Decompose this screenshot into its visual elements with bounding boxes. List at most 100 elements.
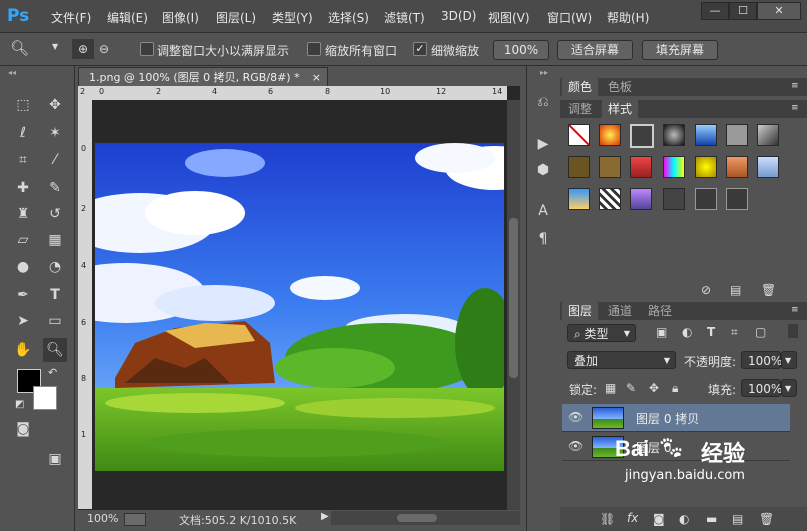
lasso-tool-icon[interactable]: ℓ	[11, 121, 35, 145]
style-swatch[interactable]	[695, 124, 717, 146]
close-tab-icon[interactable]: ×	[312, 68, 321, 87]
move-tool-icon[interactable]: ✥	[43, 93, 67, 117]
lock-position-icon[interactable]: ✥	[649, 381, 659, 395]
paragraph-panel-icon[interactable]: ¶	[531, 227, 555, 251]
add-mask-icon[interactable]: ◙	[653, 512, 665, 526]
zoom-tool-icon[interactable]: 🔍︎	[10, 39, 29, 57]
panel-menu-icon[interactable]: ≡	[791, 81, 799, 91]
path-selection-tool-icon[interactable]: ➤	[11, 309, 35, 333]
fill-dropdown-arrow[interactable]: ▼	[781, 379, 797, 397]
healing-brush-tool-icon[interactable]: ✚	[11, 176, 35, 200]
style-swatch[interactable]	[695, 188, 717, 210]
default-colors-icon[interactable]: ◩	[15, 399, 24, 410]
canvas-image[interactable]	[95, 143, 504, 471]
lock-all-icon[interactable]: 🔒︎	[672, 381, 678, 396]
panel-menu-icon[interactable]: ≡	[791, 305, 799, 315]
chevron-down-icon[interactable]: ▼	[52, 42, 58, 51]
vertical-ruler[interactable]: 0 2 4 6 8 1	[78, 100, 92, 509]
style-swatch-selected[interactable]	[630, 124, 654, 148]
rectangle-tool-icon[interactable]: ▭	[43, 309, 67, 333]
dodge-tool-icon[interactable]: ◔	[43, 255, 67, 279]
blur-tool-icon[interactable]: ●	[11, 255, 35, 279]
new-group-icon[interactable]: ▬	[706, 512, 717, 526]
status-menu-arrow-icon[interactable]: ▶	[321, 511, 329, 522]
menu-view[interactable]: 视图(V)	[488, 9, 530, 26]
eyedropper-tool-icon[interactable]: ⁄	[43, 148, 67, 172]
style-none-swatch[interactable]	[568, 124, 590, 146]
style-swatch[interactable]	[726, 156, 748, 178]
screen-mode-icon[interactable]: ▣	[43, 447, 67, 471]
hand-tool-icon[interactable]: ✋	[11, 338, 35, 362]
tab-adjustments[interactable]: 调整	[562, 100, 598, 118]
scroll-thumb[interactable]	[397, 514, 437, 522]
3d-panel-icon[interactable]: ⬢	[531, 158, 555, 182]
tab-color[interactable]: 颜色	[562, 78, 599, 96]
style-swatch[interactable]	[757, 156, 779, 178]
vertical-scrollbar[interactable]	[507, 100, 520, 510]
menu-file[interactable]: 文件(F)	[51, 9, 91, 26]
adjustment-layer-icon[interactable]: ◐	[679, 512, 689, 526]
blend-mode-dropdown[interactable]: 叠加 ▼	[567, 351, 676, 369]
pen-tool-icon[interactable]: ✒	[11, 283, 35, 307]
style-swatch[interactable]	[630, 156, 652, 178]
background-color-swatch[interactable]	[33, 386, 57, 410]
style-swatch[interactable]	[568, 156, 590, 178]
new-layer-icon[interactable]: ▤	[732, 512, 743, 526]
tab-styles[interactable]: 样式	[602, 100, 639, 118]
delete-style-icon[interactable]: 🗑︎	[761, 283, 776, 297]
tab-layers[interactable]: 图层	[562, 302, 599, 320]
menu-type[interactable]: 类型(Y)	[272, 9, 313, 26]
new-style-icon[interactable]: ▤	[730, 283, 741, 297]
eraser-tool-icon[interactable]: ▱	[11, 228, 35, 252]
horizontal-ruler[interactable]: 2 0 2 4 6 8 10 12 14 16	[78, 86, 507, 100]
tab-channels[interactable]: 通道	[602, 302, 638, 320]
layer-filter-dropdown[interactable]: ⌕ 类型 ▼	[567, 324, 636, 342]
panel-menu-icon[interactable]: ≡	[791, 103, 799, 113]
zoom-out-icon[interactable]: ⊖	[99, 39, 109, 59]
scroll-thumb[interactable]	[509, 218, 518, 378]
zoom-tool-icon[interactable]: 🔍︎	[43, 338, 67, 362]
collapse-arrows-icon[interactable]: ◂◂	[8, 68, 16, 77]
zoom-all-checkbox[interactable]	[307, 42, 321, 56]
style-swatch[interactable]	[726, 124, 748, 146]
clone-stamp-tool-icon[interactable]: ♜	[11, 202, 35, 226]
style-swatch[interactable]	[599, 156, 621, 178]
magic-wand-tool-icon[interactable]: ✶	[43, 121, 67, 145]
zoom-in-icon[interactable]: ⊕	[72, 39, 94, 59]
style-swatch[interactable]	[663, 124, 685, 146]
close-button[interactable]: ✕	[757, 2, 801, 20]
character-panel-icon[interactable]: A	[531, 199, 555, 223]
brush-tool-icon[interactable]: ✎	[43, 176, 67, 200]
tab-paths[interactable]: 路径	[642, 302, 678, 320]
menu-select[interactable]: 选择(S)	[328, 9, 369, 26]
maximize-button[interactable]: ☐	[729, 2, 757, 20]
style-swatch[interactable]	[726, 188, 748, 210]
style-swatch[interactable]	[757, 124, 779, 146]
smart-object-filter-icon[interactable]: ▢	[755, 325, 766, 339]
style-swatch[interactable]	[599, 188, 621, 210]
status-zoom[interactable]: 100%	[87, 512, 118, 525]
actions-panel-icon[interactable]: ▶	[531, 132, 555, 156]
crop-tool-icon[interactable]: ⌗	[11, 148, 35, 172]
delete-layer-icon[interactable]: 🗑︎	[759, 512, 774, 526]
opacity-dropdown-arrow[interactable]: ▼	[781, 351, 797, 369]
style-swatch[interactable]	[599, 124, 621, 146]
marquee-tool-icon[interactable]: ⬚	[11, 93, 35, 117]
menu-window[interactable]: 窗口(W)	[547, 9, 592, 26]
clear-style-icon[interactable]: ⊘	[701, 283, 711, 297]
menu-image[interactable]: 图像(I)	[162, 9, 199, 26]
menu-filter[interactable]: 滤镜(T)	[384, 9, 425, 26]
status-icon[interactable]	[124, 513, 146, 526]
eye-icon[interactable]: 👁︎	[568, 439, 583, 453]
tab-swatches[interactable]: 色板	[602, 78, 638, 96]
minimize-button[interactable]: —	[701, 2, 729, 20]
lock-pixels-icon[interactable]: ✎	[626, 381, 636, 395]
lock-transparency-icon[interactable]: ▦	[605, 381, 616, 395]
shape-filter-icon[interactable]: ⌗	[731, 325, 738, 340]
gradient-tool-icon[interactable]: ▦	[43, 228, 67, 252]
eye-icon[interactable]: 👁︎	[568, 410, 583, 424]
filter-toggle[interactable]	[788, 324, 798, 338]
fit-screen-button[interactable]: 适合屏幕	[557, 40, 633, 60]
menu-edit[interactable]: 编辑(E)	[107, 9, 148, 26]
swap-colors-icon[interactable]: ↶	[48, 366, 57, 379]
